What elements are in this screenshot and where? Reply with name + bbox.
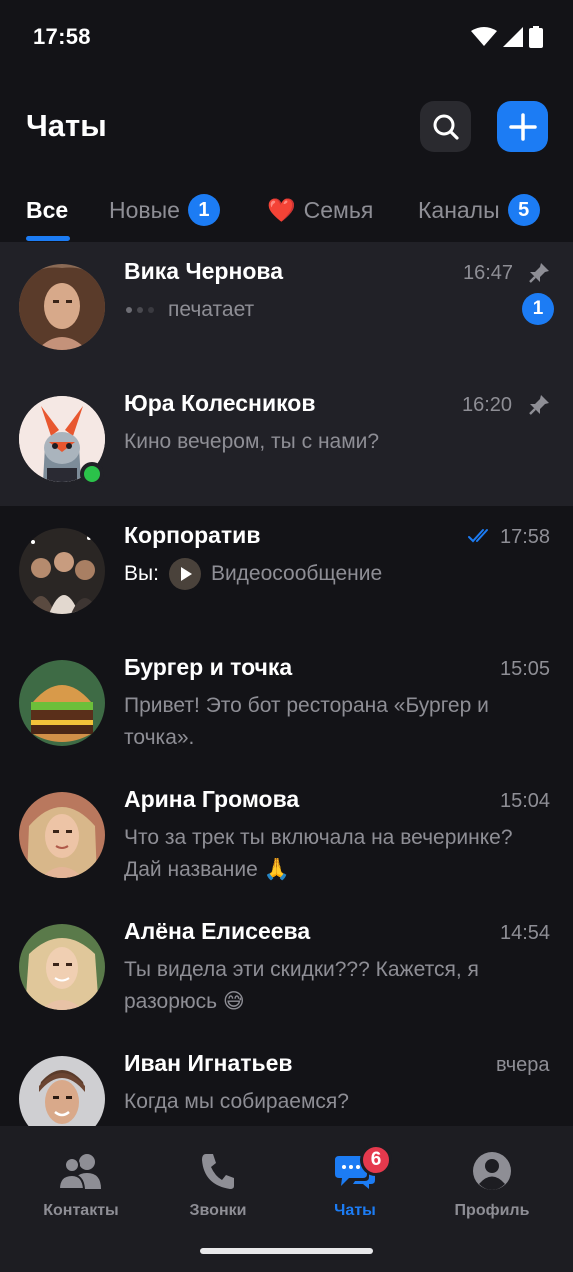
tab-label: Новые [109,196,180,223]
chat-preview: печатает [124,294,544,326]
pin-icon [529,395,549,415]
chat-name: Корпоратив [124,522,261,548]
avatar [19,264,105,350]
nav-label: Чаты [334,1202,376,1219]
chat-preview: Когда мы собираемся? [124,1090,349,1113]
chat-preview: Кино вечером, ты с нами? [124,430,380,453]
profile-icon [473,1152,511,1190]
chat-time: 15:05 [500,658,551,680]
chat-row[interactable]: Алёна Елисеева 14:54 Ты видела эти скидк… [0,902,573,1034]
phone-icon [202,1154,234,1189]
tab-label: Все [26,196,69,223]
avatar [19,792,105,878]
chat-time: вчера [496,1054,550,1076]
nav-profile[interactable]: Профиль [427,1148,557,1220]
avatar [19,528,105,614]
avatar [19,924,105,1010]
heart-icon: ❤️ [267,196,296,223]
tab-label: Семья [303,196,374,223]
tab-badge: 5 [507,194,540,226]
wifi-icon [471,27,497,46]
chat-name: Юра Колесников [124,390,316,416]
video-message-icon [168,558,201,591]
search-button[interactable] [420,101,471,152]
chat-row[interactable]: Иван Игнатьев вчера Когда мы собираемся? [0,1034,573,1126]
nav-label: Звонки [189,1202,247,1219]
search-icon [433,114,459,140]
nav-label: Профиль [454,1202,530,1219]
chats-badge: 6 [360,1144,392,1176]
status-bar: 17:58 [0,0,573,76]
page-title: Чаты [26,108,107,143]
chat-row[interactable]: Бургер и точка 15:05 Привет! Это бот рес… [0,638,573,770]
tab-channels[interactable]: Каналы 5 [418,194,540,226]
avatar [19,1056,105,1126]
chat-name: Арина Громова [124,786,300,812]
contacts-icon [59,1154,101,1189]
new-chat-button[interactable] [497,101,548,152]
chat-time: 16:20 [462,394,513,416]
typing-label: печатает [168,298,255,321]
chat-name: Иван Игнатьев [124,1050,293,1076]
chat-preview: Вы: Видеосообщение [124,558,544,591]
sender-label: Вы: [124,562,159,585]
chat-name: Бургер и точка [124,654,293,680]
avatar [19,660,105,746]
nav-calls[interactable]: Звонки [153,1148,283,1220]
chat-row[interactable]: Вика Чернова 16:47 печатает 1 [0,242,573,374]
unread-badge: 1 [522,293,554,325]
read-checks-icon [468,529,488,543]
chat-preview: Привет! Это бот ресторана «Бургер и точк… [124,694,489,749]
tab-badge: 1 [187,194,220,226]
chat-time: 15:04 [500,790,551,812]
tab-active-indicator [26,236,70,241]
battery-icon [529,26,543,48]
header: Чаты [0,76,573,176]
chat-time: 16:47 [463,262,514,284]
nav-label: Контакты [43,1202,119,1219]
tab-all[interactable]: Все [26,194,68,226]
chat-list[interactable]: Вика Чернова 16:47 печатает 1 Юра Колесн… [0,242,573,1126]
chat-preview: Ты видела эти скидки??? Кажется, я разор… [124,958,479,1013]
home-indicator[interactable] [200,1248,373,1254]
nav-chats[interactable]: 6 Чаты [290,1144,420,1220]
tab-new[interactable]: Новые 1 [109,194,220,226]
chat-name: Алёна Елисеева [124,918,311,944]
chat-time: 17:58 [500,526,551,548]
online-indicator [80,462,104,486]
status-time: 17:58 [33,24,91,49]
nav-contacts[interactable]: Контакты [16,1148,146,1220]
tab-label: Каналы [418,196,500,223]
chat-name: Вика Чернова [124,258,284,284]
tab-family[interactable]: ❤️ Семья [267,194,373,226]
cellular-icon [503,27,523,47]
chat-row[interactable]: Арина Громова 15:04 Что за трек ты включ… [0,770,573,902]
typing-icon [126,307,154,314]
chat-time: 14:54 [500,922,551,944]
chat-row[interactable]: Юра Колесников 16:20 Кино вечером, ты с … [0,374,573,506]
status-icons [471,26,543,48]
pin-icon [529,263,549,283]
chat-row[interactable]: Корпоратив 17:58 Вы: Видеосообщение [0,506,573,638]
plus-icon [508,112,537,141]
chat-preview: Что за трек ты включала на вечеринке? Да… [124,826,513,881]
folder-tabs: Все Новые 1 ❤️ Семья Каналы 5 [0,176,573,242]
message-text: Видеосообщение [210,562,383,585]
